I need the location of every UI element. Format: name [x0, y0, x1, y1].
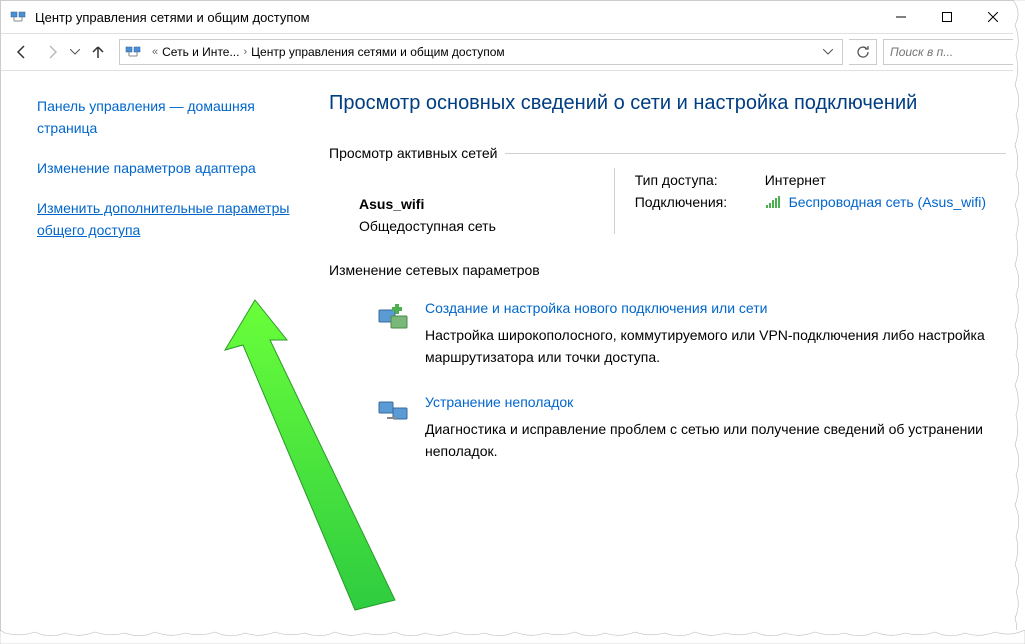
breadcrumb-chevron[interactable]: › — [243, 46, 247, 58]
action-desc: Настройка широкополосного, коммутируемог… — [425, 324, 1006, 368]
address-bar[interactable]: « Сеть и Инте... › Центр управления сетя… — [119, 39, 843, 65]
window-title: Центр управления сетями и общим доступом — [35, 10, 878, 25]
action-link-troubleshoot[interactable]: Устранение неполадок — [425, 394, 573, 410]
network-name: Asus_wifi — [359, 196, 614, 212]
active-networks-label: Просмотр активных сетей — [329, 145, 505, 161]
navbar: « Сеть и Инте... › Центр управления сетя… — [1, 33, 1024, 71]
change-settings-label: Изменение сетевых параметров — [329, 262, 1006, 278]
active-network: Asus_wifi Общедоступная сеть Тип доступа… — [329, 168, 1006, 234]
search-input[interactable] — [890, 45, 1011, 59]
sidebar-link-home[interactable]: Панель управления — домашняя страница — [37, 95, 291, 139]
connection-link[interactable]: Беспроводная сеть (Asus_wifi) — [789, 194, 986, 210]
address-icon — [124, 43, 142, 61]
up-button[interactable] — [83, 37, 113, 67]
action-desc: Диагностика и исправление проблем с сеть… — [425, 418, 1006, 462]
network-type: Общедоступная сеть — [359, 218, 614, 234]
back-button[interactable] — [7, 37, 37, 67]
torn-edge-decoration — [1013, 0, 1025, 642]
history-dropdown[interactable] — [67, 37, 83, 67]
access-type-value: Интернет — [765, 172, 986, 188]
troubleshoot-icon — [375, 394, 411, 430]
forward-button[interactable] — [37, 37, 67, 67]
action-link-new-connection[interactable]: Создание и настройка нового подключения … — [425, 300, 767, 316]
new-connection-icon — [375, 300, 411, 336]
action-new-connection: Создание и настройка нового подключения … — [329, 292, 1006, 376]
page-title: Просмотр основных сведений о сети и наст… — [329, 89, 1006, 117]
access-type-label: Тип доступа: — [635, 172, 765, 188]
wifi-signal-icon — [765, 195, 781, 212]
breadcrumb-segment[interactable]: Центр управления сетями и общим доступом — [251, 45, 505, 59]
refresh-button[interactable] — [849, 39, 877, 65]
app-icon — [9, 8, 27, 26]
minimize-button[interactable] — [878, 2, 924, 32]
address-dropdown[interactable] — [818, 40, 838, 64]
sidebar-link-adapter-settings[interactable]: Изменение параметров адаптера — [37, 157, 291, 179]
sidebar: Панель управления — домашняя страница Из… — [1, 71, 311, 641]
content-area: Просмотр основных сведений о сети и наст… — [311, 71, 1024, 641]
sidebar-link-advanced-sharing[interactable]: Изменить дополнительные параметры общего… — [37, 197, 291, 241]
breadcrumb-chevron[interactable]: « — [152, 46, 158, 58]
close-button[interactable] — [970, 2, 1016, 32]
search-box[interactable] — [883, 39, 1018, 65]
maximize-button[interactable] — [924, 2, 970, 32]
breadcrumb-segment[interactable]: Сеть и Инте... — [162, 45, 239, 59]
action-troubleshoot: Устранение неполадок Диагностика и испра… — [329, 386, 1006, 470]
connections-label: Подключения: — [635, 194, 765, 212]
titlebar: Центр управления сетями и общим доступом — [1, 1, 1024, 33]
